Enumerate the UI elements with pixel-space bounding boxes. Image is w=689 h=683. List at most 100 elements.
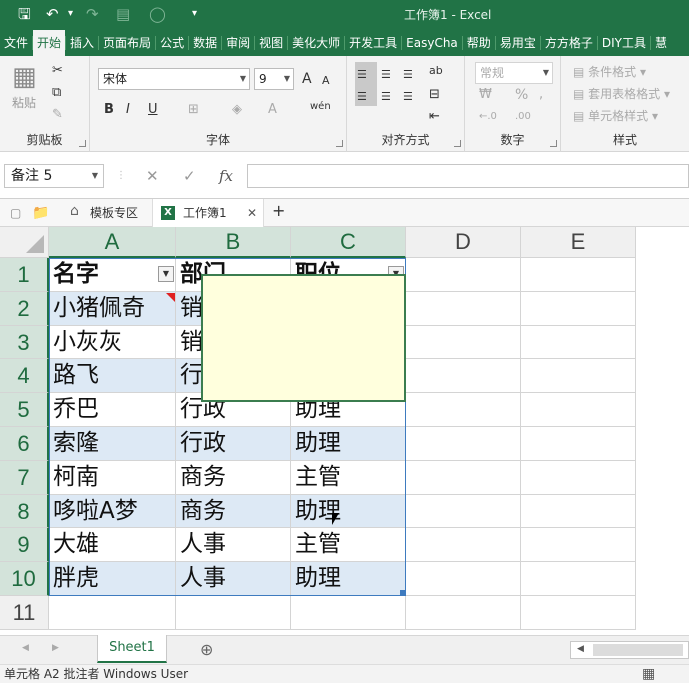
prev-sheet-icon[interactable]: ◀ (22, 643, 29, 653)
cell-D11[interactable] (406, 596, 521, 630)
paste-icon[interactable]: ▦ (12, 62, 37, 92)
tab-9[interactable]: 开发工具 (345, 30, 401, 56)
tab-3[interactable]: 页面布局 (99, 30, 155, 56)
cell-styles-button[interactable]: ▤ 单元格样式 ▾ (573, 107, 658, 125)
cell-E10[interactable] (521, 562, 636, 596)
cell-D9[interactable] (406, 528, 521, 563)
fill-color-icon[interactable]: ◈ (232, 101, 242, 119)
enter-icon[interactable]: ✓ (183, 167, 196, 185)
tab-0[interactable]: 文件 (0, 30, 32, 56)
cell-E8[interactable] (521, 494, 636, 529)
orientation-icon[interactable]: ab (429, 62, 443, 80)
cell-D6[interactable] (406, 427, 521, 461)
clipboard-launcher-icon[interactable] (79, 140, 86, 147)
folder-icon[interactable]: 📁 (32, 205, 49, 221)
select-all-corner[interactable] (0, 227, 49, 258)
border-icon[interactable]: ⊞ (188, 101, 199, 119)
tab-10[interactable]: EasyCha (402, 30, 462, 56)
cell-A2[interactable]: 小猪佩奇 (49, 291, 176, 326)
row-header-7[interactable]: 7 (0, 460, 49, 495)
tab-7[interactable]: 视图 (255, 30, 287, 56)
tab-14[interactable]: DIY工具 (598, 30, 650, 56)
cell-A5[interactable]: 乔巴 (49, 393, 176, 427)
font-name-select[interactable]: 宋体 ▼ (98, 68, 250, 90)
align-center-icon[interactable]: ☰ (381, 88, 391, 106)
alignment-launcher-icon[interactable] (454, 140, 461, 147)
cell-E5[interactable] (521, 393, 636, 427)
column-header-A[interactable]: A (49, 227, 176, 258)
cell-D8[interactable] (406, 494, 521, 529)
add-tab-icon[interactable]: + (272, 203, 285, 219)
cell-E6[interactable] (521, 427, 636, 461)
formula-input[interactable] (247, 164, 689, 188)
cell-D1[interactable] (406, 258, 521, 292)
cell-A1[interactable]: 名字 (49, 258, 176, 292)
paste-button[interactable]: 粘贴 (12, 94, 36, 112)
cell-A10[interactable]: 胖虎 (49, 562, 176, 596)
cell-B8[interactable]: 商务 (176, 494, 291, 529)
home-icon[interactable]: ⌂ (70, 203, 79, 219)
cut-icon[interactable]: ✂ (52, 62, 63, 80)
cell-E1[interactable] (521, 258, 636, 292)
format-as-table-button[interactable]: ▤ 套用表格格式 ▾ (573, 85, 670, 103)
column-header-D[interactable]: D (406, 227, 521, 258)
cell-E9[interactable] (521, 528, 636, 563)
cell-B10[interactable]: 人事 (176, 562, 291, 596)
close-icon[interactable]: ✕ (247, 205, 257, 221)
row-header-1[interactable]: 1 (0, 258, 49, 292)
number-launcher-icon[interactable] (550, 140, 557, 147)
cell-C7[interactable]: 主管 (291, 460, 406, 495)
tab-2[interactable]: 插入 (66, 30, 98, 56)
row-header-4[interactable]: 4 (0, 359, 49, 394)
tab-12[interactable]: 易用宝 (496, 30, 540, 56)
tab-13[interactable]: 方方格子 (541, 30, 597, 56)
add-sheet-icon[interactable]: ⊕ (200, 640, 213, 659)
currency-icon[interactable]: ₩ (479, 86, 492, 104)
cell-D3[interactable] (406, 325, 521, 360)
insert-function-icon[interactable]: fx (219, 167, 233, 185)
align-left-icon[interactable]: ☰ (357, 88, 367, 106)
worksheet-grid[interactable]: ABCDE1234567891011名字部门职位小猪佩奇销售小灰灰销售路飞行政乔… (0, 227, 689, 635)
new-doc-icon[interactable]: ▢ (10, 205, 21, 221)
row-header-10[interactable]: 10 (0, 562, 49, 596)
cell-E3[interactable] (521, 325, 636, 360)
cell-B6[interactable]: 行政 (176, 427, 291, 461)
cell-A6[interactable]: 索隆 (49, 427, 176, 461)
filter-button-a[interactable]: ▼ (158, 266, 174, 282)
row-header-9[interactable]: 9 (0, 528, 49, 563)
cell-D7[interactable] (406, 460, 521, 495)
percent-icon[interactable]: % (515, 86, 528, 104)
font-size-select[interactable]: 9 ▼ (254, 68, 294, 90)
decrease-decimal-icon[interactable]: .00 (515, 108, 531, 126)
comma-icon[interactable]: , (539, 86, 543, 104)
cell-D2[interactable] (406, 291, 521, 326)
tab-8[interactable]: 美化大师 (288, 30, 344, 56)
cell-B7[interactable]: 商务 (176, 460, 291, 495)
cell-A3[interactable]: 小灰灰 (49, 325, 176, 360)
cell-A8[interactable]: 哆啦A梦 (49, 494, 176, 529)
cell-E2[interactable] (521, 291, 636, 326)
cell-B11[interactable] (176, 596, 291, 630)
tab-4[interactable]: 公式 (156, 30, 188, 56)
undo-icon[interactable]: ↶ (46, 4, 59, 24)
next-sheet-icon[interactable]: ▶ (52, 643, 59, 653)
align-middle-icon[interactable]: ☰ (381, 66, 391, 84)
row-header-5[interactable]: 5 (0, 393, 49, 427)
underline-button[interactable]: U (148, 101, 158, 119)
font-launcher-icon[interactable] (336, 140, 343, 147)
cell-C11[interactable] (291, 596, 406, 630)
copy-icon[interactable]: ⧉ (52, 84, 61, 102)
comment-box[interactable] (201, 274, 406, 402)
tab-6[interactable]: 审阅 (222, 30, 254, 56)
cell-A11[interactable] (49, 596, 176, 630)
cell-C8[interactable]: 助理 (291, 494, 406, 529)
cell-E4[interactable] (521, 359, 636, 394)
tab-1[interactable]: 开始 (33, 30, 66, 56)
sheet-tab-sheet1[interactable]: Sheet1 (97, 635, 167, 663)
table-resize-handle[interactable] (400, 590, 405, 595)
tab-5[interactable]: 数据 (189, 30, 221, 56)
format-painter-icon[interactable]: ✎ (52, 106, 63, 124)
tab-15[interactable]: 慧 (651, 30, 671, 56)
cell-C9[interactable]: 主管 (291, 528, 406, 563)
indent-icon[interactable]: ⇤ (429, 108, 440, 126)
